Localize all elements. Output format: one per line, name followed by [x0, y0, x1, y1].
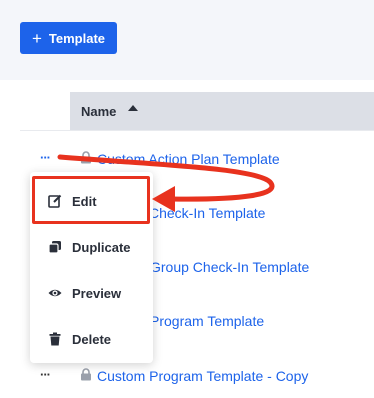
- row-actions-button[interactable]: ···: [40, 367, 51, 382]
- plus-icon: +: [31, 28, 42, 48]
- eye-icon: [48, 289, 62, 297]
- sort-ascending-icon[interactable]: [128, 105, 138, 111]
- row-divider: [20, 130, 374, 131]
- menu-item-duplicate[interactable]: Duplicate: [30, 224, 153, 270]
- menu-item-delete[interactable]: Delete: [30, 316, 153, 362]
- row-actions-button[interactable]: ···: [40, 150, 51, 165]
- toolbar: + Template: [0, 0, 374, 80]
- trash-icon: [49, 332, 61, 346]
- menu-item-label: Duplicate: [72, 239, 131, 255]
- lock-icon: [81, 368, 91, 381]
- table-header: Name: [70, 92, 374, 130]
- menu-item-label: Preview: [72, 285, 122, 301]
- template-link[interactable]: Group Check-In Template: [150, 259, 309, 275]
- duplicate-icon: [48, 241, 61, 254]
- add-template-label: Template: [48, 30, 106, 46]
- menu-item-label: Delete: [72, 331, 112, 347]
- edit-highlight-annotation: [32, 176, 150, 224]
- template-link[interactable]: Check-In Template: [149, 205, 265, 221]
- lock-icon: [81, 151, 91, 164]
- add-template-button[interactable]: + Template: [20, 22, 117, 54]
- column-header-name[interactable]: Name: [81, 104, 116, 119]
- template-link[interactable]: Custom Program Template - Copy: [97, 368, 308, 384]
- menu-item-preview[interactable]: Preview: [30, 270, 153, 316]
- template-link[interactable]: Custom Action Plan Template: [97, 151, 280, 167]
- template-link[interactable]: Program Template: [150, 313, 264, 329]
